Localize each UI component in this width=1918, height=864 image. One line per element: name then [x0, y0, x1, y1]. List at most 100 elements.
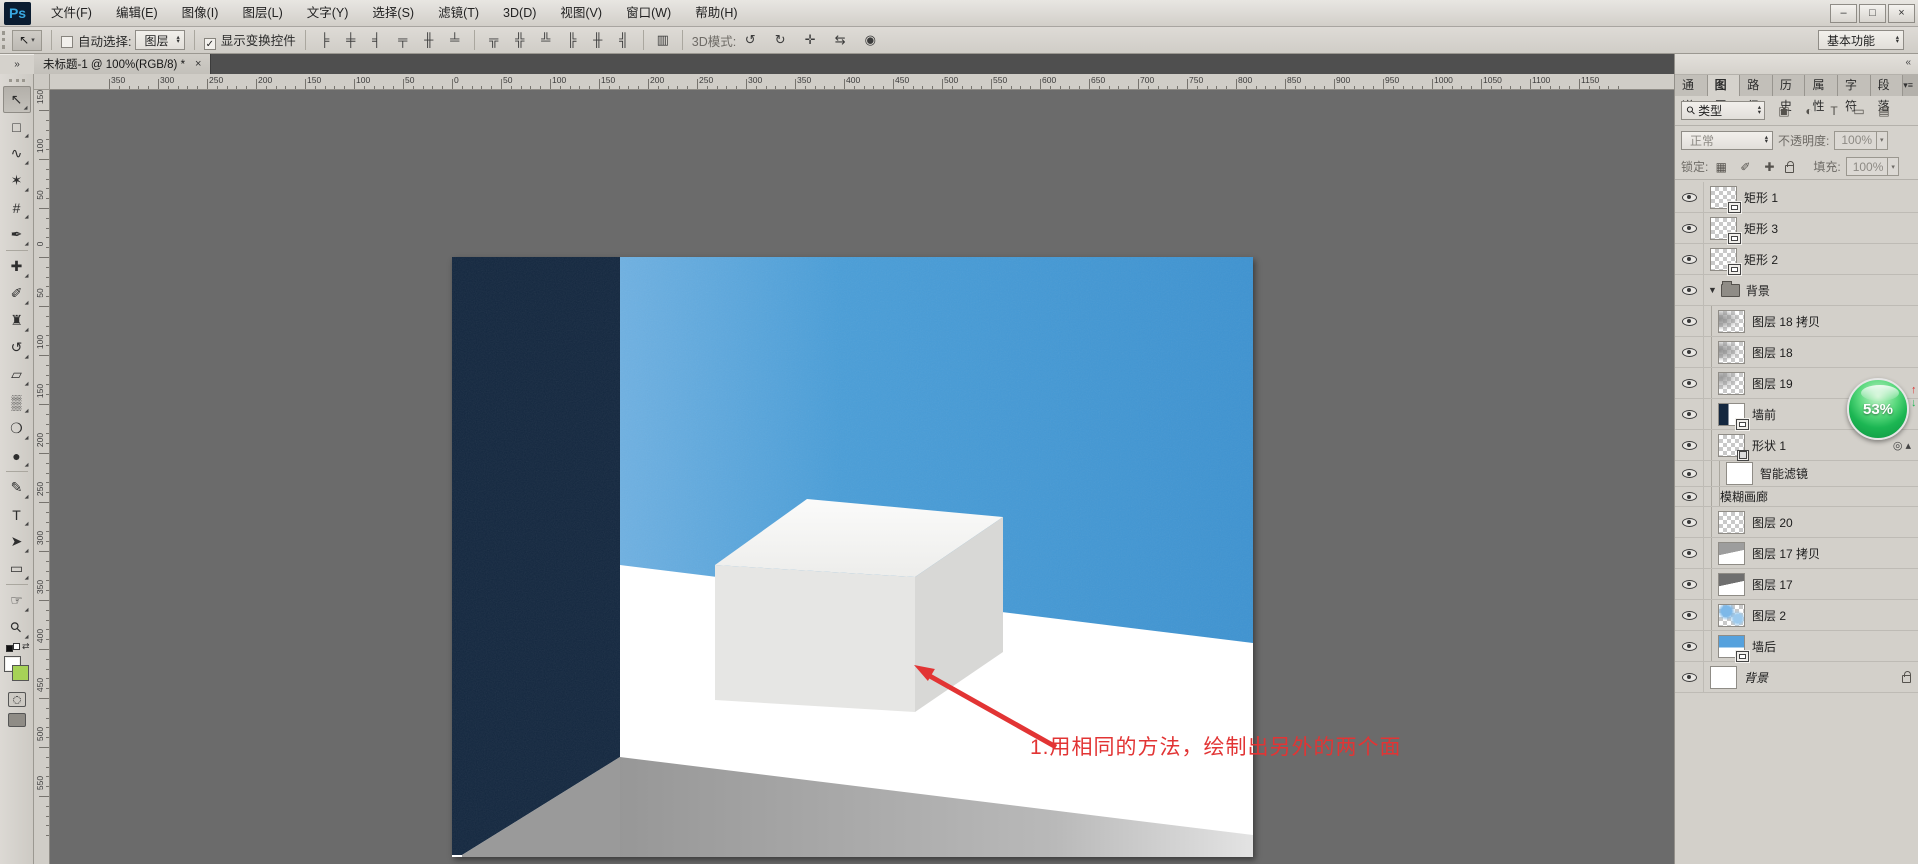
menu-item-文件[interactable]: 文件(F): [39, 0, 104, 26]
visibility-eye-icon[interactable]: [1682, 580, 1697, 589]
document-tab[interactable]: 未标题-1 @ 100%(RGB/8) * ×: [34, 54, 211, 74]
layer-row[interactable]: 图层 20: [1675, 507, 1918, 538]
panel-tab-历史[interactable]: 历史: [1773, 75, 1806, 96]
document-canvas[interactable]: [452, 257, 1253, 857]
group-expand-icon[interactable]: ▼: [1708, 285, 1717, 295]
layer-row[interactable]: ▼背景: [1675, 275, 1918, 306]
distribute-bottom-edges-icon[interactable]: ╩: [536, 30, 556, 50]
auto-select-target-dropdown[interactable]: 图层 ▴▾: [135, 30, 184, 50]
toolbar-collapse-button[interactable]: »: [0, 54, 34, 74]
shape-tool[interactable]: ▭◢: [3, 555, 31, 582]
smart-filter-icons[interactable]: ◎ ▴: [1893, 439, 1911, 452]
blur-tool[interactable]: ❍◢: [3, 415, 31, 442]
3d-drag-icon[interactable]: ✛: [800, 30, 820, 50]
swap-colors-icon[interactable]: ⇄: [4, 643, 30, 655]
filter-adjustment-layers-icon[interactable]: ◐: [1801, 104, 1817, 118]
layer-row[interactable]: 图层 17 拷贝: [1675, 538, 1918, 569]
layer-row[interactable]: 矩形 3: [1675, 213, 1918, 244]
lasso-tool[interactable]: ∿◢: [3, 140, 31, 167]
align-left-edges-icon[interactable]: ╞: [315, 30, 335, 50]
distribute-left-edges-icon[interactable]: ╠: [562, 30, 582, 50]
menu-item-滤镜[interactable]: 滤镜(T): [426, 0, 491, 26]
filter-shape-layers-icon[interactable]: ▭: [1851, 104, 1867, 118]
distribute-horizontal-centers-icon[interactable]: ╫: [588, 30, 608, 50]
filter-type-layers-icon[interactable]: T: [1826, 104, 1842, 118]
panel-tab-路径[interactable]: 路径: [1740, 75, 1773, 96]
visibility-eye-icon[interactable]: [1682, 224, 1697, 233]
filter-pixel-layers-icon[interactable]: ▣: [1776, 104, 1792, 118]
visibility-eye-icon[interactable]: [1682, 286, 1697, 295]
visibility-eye-icon[interactable]: [1682, 255, 1697, 264]
screen-mode-button[interactable]: [8, 713, 26, 727]
panel-collapse-button[interactable]: «: [1675, 54, 1918, 74]
menu-item-图像[interactable]: 图像(I): [170, 0, 231, 26]
3d-scale-icon[interactable]: ◉: [860, 30, 880, 50]
visibility-eye-icon[interactable]: [1682, 673, 1697, 682]
layer-row[interactable]: 模糊画廊: [1675, 487, 1918, 507]
visibility-eye-icon[interactable]: [1682, 518, 1697, 527]
layer-row[interactable]: 图层 18: [1675, 337, 1918, 368]
minimize-button[interactable]: –: [1830, 4, 1857, 23]
align-bottom-edges-icon[interactable]: ╧: [445, 30, 465, 50]
panel-tab-属性[interactable]: 属性: [1805, 75, 1838, 96]
visibility-eye-icon[interactable]: [1682, 642, 1697, 651]
visibility-eye-icon[interactable]: [1682, 317, 1697, 326]
blend-mode-dropdown[interactable]: 正常 ▴▾: [1681, 131, 1773, 150]
zoom-tool[interactable]: ⚲◢: [3, 614, 31, 641]
menu-item-文字[interactable]: 文字(Y): [295, 0, 361, 26]
visibility-eye-icon[interactable]: [1682, 469, 1697, 478]
visibility-eye-icon[interactable]: [1682, 492, 1697, 501]
layer-row[interactable]: 背景: [1675, 662, 1918, 693]
show-transform-controls-checkbox[interactable]: ✓显示变换控件: [204, 30, 296, 50]
align-horizontal-centers-icon[interactable]: ╪: [341, 30, 361, 50]
menu-item-编辑[interactable]: 编辑(E): [104, 0, 170, 26]
layer-row[interactable]: 图层 2: [1675, 600, 1918, 631]
burn-tool[interactable]: ●◢: [3, 442, 31, 469]
menu-item-帮助[interactable]: 帮助(H): [683, 0, 749, 26]
hand-tool[interactable]: ☞◢: [3, 587, 31, 614]
align-top-edges-icon[interactable]: ╤: [393, 30, 413, 50]
distribute-right-edges-icon[interactable]: ╣: [614, 30, 634, 50]
visibility-eye-icon[interactable]: [1682, 348, 1697, 357]
maximize-button[interactable]: □: [1859, 4, 1886, 23]
visibility-eye-icon[interactable]: [1682, 410, 1697, 419]
quick-mask-button[interactable]: [8, 692, 26, 707]
gradient-tool[interactable]: ▒◢: [3, 388, 31, 415]
visibility-eye-icon[interactable]: [1682, 611, 1697, 620]
filter-smart-objects-icon[interactable]: ▤: [1876, 104, 1892, 118]
menu-item-图层[interactable]: 图层(L): [230, 0, 294, 26]
clone-stamp-tool[interactable]: ♜◢: [3, 307, 31, 334]
pen-tool[interactable]: ✎◢: [3, 474, 31, 501]
align-right-edges-icon[interactable]: ╡: [367, 30, 387, 50]
3d-slide-icon[interactable]: ⇆: [830, 30, 850, 50]
tool-preset-button[interactable]: ↖ ▾: [12, 30, 42, 51]
move-tool[interactable]: ↖◢: [3, 86, 31, 113]
opacity-input[interactable]: 100% ▾: [1834, 131, 1887, 150]
brush-tool[interactable]: ✐◢: [3, 280, 31, 307]
menu-item-选择[interactable]: 选择(S): [360, 0, 426, 26]
filter-type-dropdown[interactable]: ⚲ 类型 ▴▾: [1681, 101, 1765, 120]
close-tab-icon[interactable]: ×: [195, 58, 201, 70]
visibility-eye-icon[interactable]: [1682, 379, 1697, 388]
layer-row[interactable]: 矩形 1: [1675, 182, 1918, 213]
panel-tab-字符[interactable]: 字符: [1838, 75, 1871, 96]
distribute-vertical-centers-icon[interactable]: ╬: [510, 30, 530, 50]
layer-row[interactable]: 智能滤镜: [1675, 461, 1918, 487]
workspace-switcher-dropdown[interactable]: 基本功能 ▴▾: [1818, 30, 1904, 50]
layer-row[interactable]: 图层 17: [1675, 569, 1918, 600]
layer-row[interactable]: 墙后: [1675, 631, 1918, 662]
healing-brush-tool[interactable]: ✚◢: [3, 253, 31, 280]
lock-position-icon[interactable]: ✚: [1761, 160, 1777, 174]
3d-rotate-icon[interactable]: ↺: [740, 30, 760, 50]
close-button[interactable]: ×: [1888, 4, 1915, 23]
color-swatches[interactable]: [2, 656, 32, 686]
3d-roll-icon[interactable]: ↻: [770, 30, 790, 50]
background-color-swatch[interactable]: [12, 665, 29, 681]
panel-tab-通道[interactable]: 通道: [1675, 75, 1708, 96]
layer-row[interactable]: 图层 18 拷贝: [1675, 306, 1918, 337]
eyedropper-tool[interactable]: ✒◢: [3, 221, 31, 248]
path-selection-tool[interactable]: ➤◢: [3, 528, 31, 555]
panel-tab-图层[interactable]: 图层: [1708, 75, 1741, 96]
panel-tab-段落[interactable]: 段落: [1871, 75, 1904, 96]
visibility-eye-icon[interactable]: [1682, 441, 1697, 450]
